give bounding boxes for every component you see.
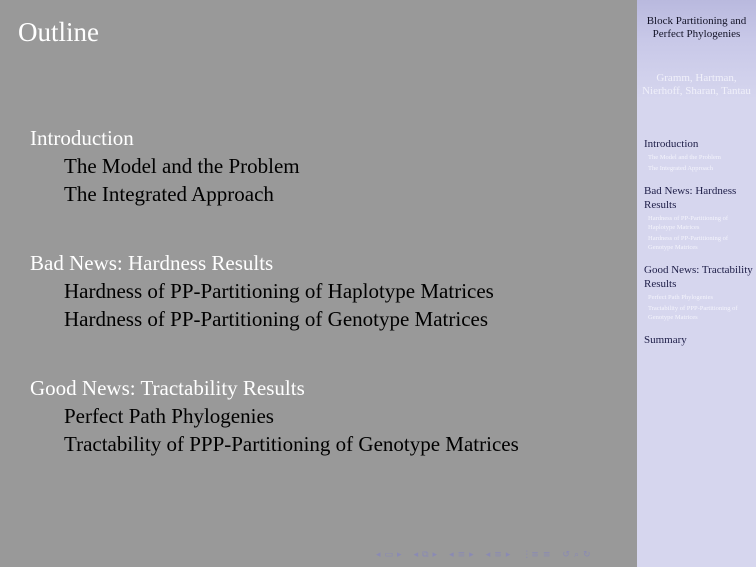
sidebar-subitem-model[interactable]: The Model and the Problem: [648, 153, 754, 162]
sidebar-subitem-haplotype[interactable]: Hardness of PP-Partitioning of Haplotype…: [648, 214, 754, 232]
toc-subsection-perfect-path[interactable]: Perfect Path Phylogenies: [30, 402, 630, 430]
sidebar-item-introduction[interactable]: Introduction: [644, 137, 754, 151]
sidebar-item-bad-news[interactable]: Bad News: Hardness Results: [644, 184, 754, 212]
subsection-nav-icon[interactable]: ◂ ⧉ ▸: [412, 550, 440, 560]
toc-subsection-genotype[interactable]: Hardness of PP-Partitioning of Genotype …: [30, 305, 630, 333]
toc-section-introduction[interactable]: Introduction: [30, 124, 630, 152]
slide-main: Outline Introduction The Model and the P…: [0, 0, 637, 567]
sidebar-subitem-genotype[interactable]: Hardness of PP-Partitioning of Genotype …: [648, 234, 754, 252]
sidebar-subitem-tractability[interactable]: Tractability of PPP-Partitioning of Geno…: [648, 304, 754, 322]
sidebar-subitem-perfect-path[interactable]: Perfect Path Phylogenies: [648, 293, 754, 302]
toc-subsection-integrated[interactable]: The Integrated Approach: [30, 180, 630, 208]
sidebar-authors: Gramm, Hartman, Nierhoff, Sharan, Tantau: [642, 72, 751, 97]
toc-section-good-news[interactable]: Good News: Tractability Results: [30, 374, 630, 402]
search-controls-icon[interactable]: ↺ ⌕ ↻: [560, 550, 592, 560]
toc-subsection-model[interactable]: The Model and the Problem: [30, 152, 630, 180]
frame-nav-icon[interactable]: ◂ ▭ ▸: [374, 550, 404, 560]
sidebar-subitem-integrated[interactable]: The Integrated Approach: [648, 164, 754, 173]
toc-subsection-tractability[interactable]: Tractability of PPP-Partitioning of Geno…: [30, 430, 630, 458]
subsubsection-nav-icon[interactable]: ◂ ≡ ▸: [484, 550, 513, 560]
beamer-navigation-bar: ◂ ▭ ▸ ◂ ⧉ ▸ ◂ ≡ ▸ ◂ ≡ ▸ ⋮≡ ≡ ↺ ⌕ ↻: [374, 548, 601, 562]
sidebar-nav: Introduction The Model and the Problem T…: [644, 137, 754, 347]
toc-section-bad-news[interactable]: Bad News: Hardness Results: [30, 249, 630, 277]
section-nav-icon[interactable]: ◂ ≡ ▸: [447, 550, 476, 560]
table-of-contents: Introduction The Model and the Problem T…: [30, 124, 630, 458]
sidebar: Block Partitioning and Perfect Phylogeni…: [637, 0, 756, 567]
sidebar-item-good-news[interactable]: Good News: Tractability Results: [644, 263, 754, 291]
sidebar-title: Block Partitioning and Perfect Phylogeni…: [646, 15, 747, 40]
presentation-nav-icon[interactable]: ⋮≡ ≡: [520, 550, 552, 560]
frame-title: Outline: [18, 17, 99, 47]
toc-subsection-haplotype[interactable]: Hardness of PP-Partitioning of Haplotype…: [30, 277, 630, 305]
sidebar-item-summary[interactable]: Summary: [644, 333, 754, 347]
